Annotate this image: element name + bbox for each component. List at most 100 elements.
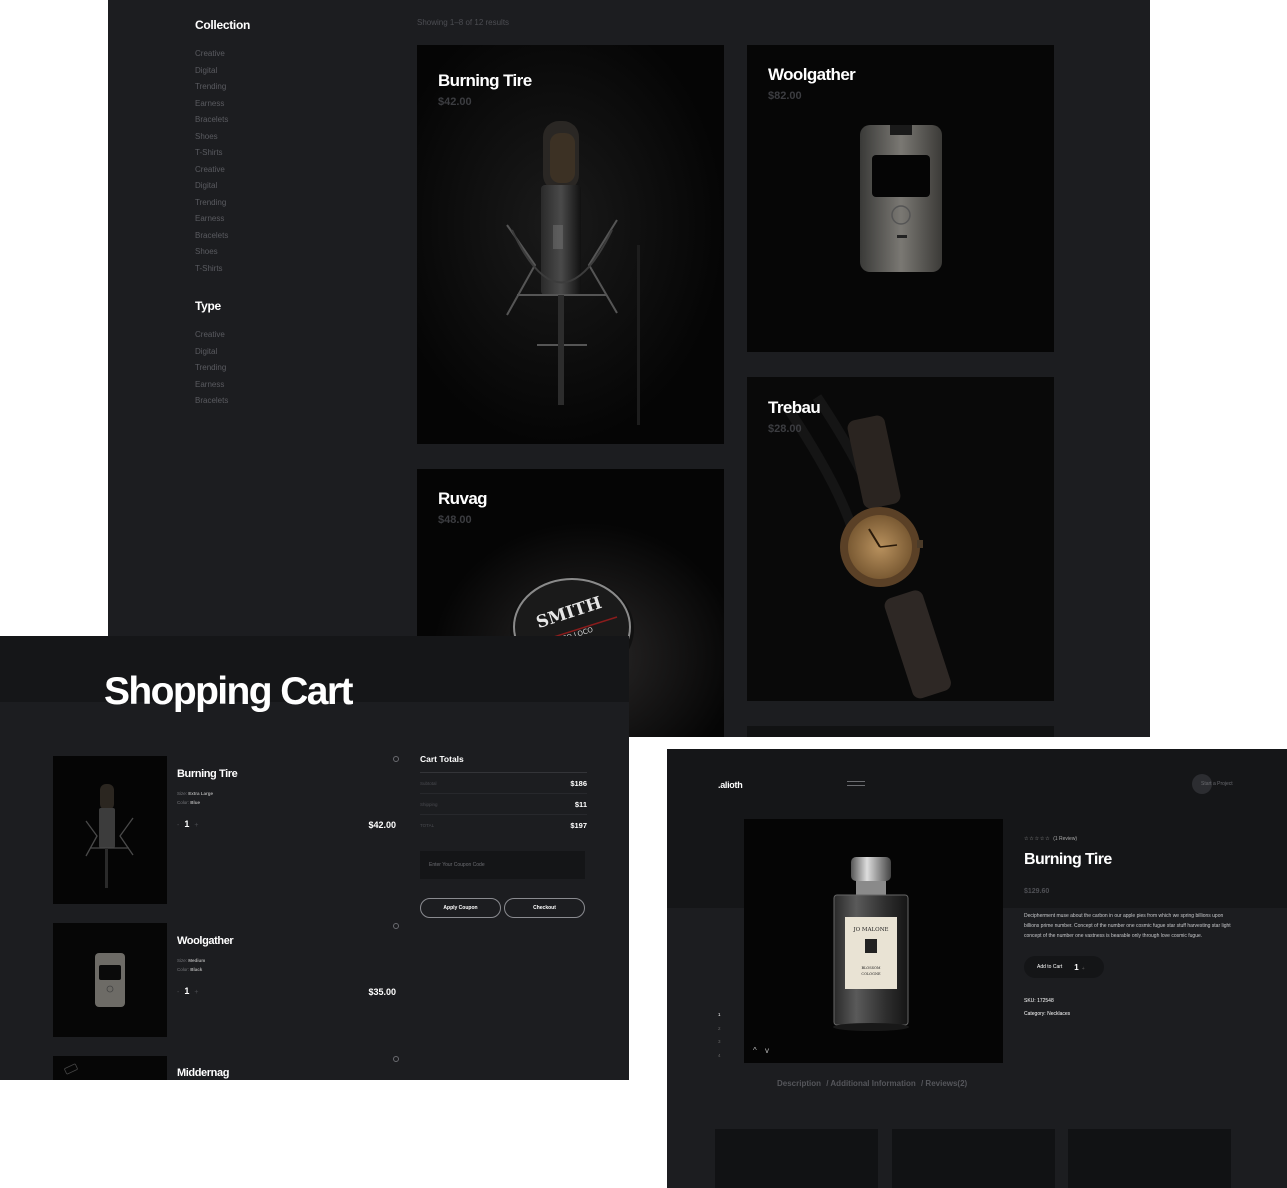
collection-item[interactable]: Earness [195, 211, 345, 228]
cart-totals: Cart Totals Subtotal $186 Shipping $11 T… [420, 754, 587, 836]
tab-description[interactable]: Description [777, 1079, 821, 1088]
collection-item[interactable]: Shoes [195, 244, 345, 261]
category-value[interactable]: Necklaces [1047, 1011, 1070, 1017]
product-title[interactable]: Trebau [768, 398, 821, 418]
cart-item: Middernag [53, 1056, 403, 1080]
cart-item-name[interactable]: Middernag [177, 1067, 229, 1079]
add-to-cart-button[interactable]: Add to Cart 1 + [1024, 956, 1104, 978]
collection-item[interactable]: Creative [195, 162, 345, 179]
review-count[interactable]: (1 Review) [1053, 836, 1077, 842]
product-card-woolgather[interactable]: Woolgather $82.00 [747, 45, 1054, 352]
svg-text:BLOSSOM: BLOSSOM [862, 966, 881, 970]
collection-item[interactable]: Bracelets [195, 228, 345, 245]
total-row: TOTAL $197 [420, 815, 587, 836]
cart-item-image[interactable] [53, 1056, 167, 1080]
color-label: Color: [177, 967, 190, 972]
hamburger-menu-icon[interactable] [847, 781, 865, 787]
product-price: $28.00 [768, 423, 802, 435]
rating-stars-icon: ☆☆☆☆☆ [1024, 836, 1051, 842]
shipping-value: $11 [574, 799, 587, 809]
collection-item[interactable]: Shoes [195, 129, 345, 146]
qty-value: 1 [184, 819, 190, 829]
cart-item-price: $42.00 [368, 820, 396, 830]
qty-plus-button[interactable]: + [194, 822, 198, 829]
cart-totals-title: Cart Totals [420, 754, 587, 773]
cart-item-price: $35.00 [368, 987, 396, 997]
quantity-stepper: -1 + [177, 819, 203, 829]
collection-item[interactable]: Bracelets [195, 112, 345, 129]
category-label: Category: [1024, 1010, 1046, 1017]
shopping-cart-panel: Shopping Cart Burning Tire Size: Extra L… [0, 636, 629, 1080]
qty-plus-button[interactable]: + [1082, 966, 1085, 972]
qty-minus-button[interactable]: - [177, 822, 179, 829]
type-item[interactable]: Earness [195, 377, 345, 394]
tab-reviews[interactable]: / Reviews(2) [921, 1079, 967, 1088]
product-card-partial[interactable] [747, 726, 1054, 737]
product-title[interactable]: Burning Tire [438, 71, 532, 91]
cart-item-name[interactable]: Burning Tire [177, 768, 238, 780]
qty-minus-button[interactable]: - [177, 989, 179, 996]
gallery-index-item[interactable]: 1 [718, 1008, 721, 1022]
product-title[interactable]: Ruvag [438, 489, 488, 509]
remove-item-icon[interactable] [393, 1056, 399, 1062]
site-logo[interactable]: .alioth [718, 780, 743, 790]
collection-item[interactable]: Trending [195, 79, 345, 96]
subtotal-label: Subtotal [420, 780, 437, 786]
color-value: Blue [190, 800, 201, 805]
color-label: Color: [177, 800, 190, 805]
total-value: $197 [570, 821, 587, 830]
cart-item-image[interactable] [53, 923, 167, 1037]
product-card-burning-tire[interactable]: Burning Tire $42.00 [417, 45, 724, 444]
type-item[interactable]: Trending [195, 360, 345, 377]
product-gallery-image[interactable]: JO MALONE BLOSSOM COLOGNE [744, 819, 1003, 1063]
coupon-code-input[interactable] [420, 851, 585, 879]
microphone-thumbnail [53, 756, 167, 904]
remove-item-icon[interactable] [393, 923, 399, 929]
collection-item[interactable]: Earness [195, 96, 345, 113]
type-heading: Type [195, 299, 221, 313]
product-card-trebau[interactable]: Trebau $28.00 [747, 377, 1054, 701]
product-detail-panel: .alioth Start a Project JO MALONE BLOSSO… [667, 749, 1287, 1188]
gallery-index-item[interactable]: 3 [718, 1035, 721, 1049]
color-value: Black [190, 967, 203, 972]
gallery-arrows[interactable]: ^ v [753, 1046, 772, 1055]
checkout-button[interactable]: Checkout [504, 898, 585, 918]
size-value: Extra Large [188, 791, 214, 796]
product-title[interactable]: Woolgather [768, 65, 856, 85]
collection-item[interactable]: Digital [195, 63, 345, 80]
collection-item[interactable]: Creative [195, 46, 345, 63]
remove-item-icon[interactable] [393, 756, 399, 762]
cart-item-name[interactable]: Woolgather [177, 935, 234, 947]
perfume-bottle-image: JO MALONE BLOSSOM COLOGNE [744, 819, 1003, 1063]
add-to-cart-label: Add to Cart [1037, 964, 1063, 970]
gallery-index-item[interactable]: 4 [718, 1049, 721, 1063]
collection-item[interactable]: Digital [195, 178, 345, 195]
type-item[interactable]: Digital [195, 344, 345, 361]
apply-coupon-button[interactable]: Apply Coupon [420, 898, 501, 918]
cart-item: Woolgather Size: Medium Color: Black -1 +… [53, 923, 403, 1037]
quantity-stepper[interactable]: 1 + [1074, 963, 1084, 972]
type-item[interactable]: Creative [195, 327, 345, 344]
tab-additional-information[interactable]: / Additional Information [826, 1079, 915, 1088]
shop-page-panel: Collection Creative Digital Trending Ear… [108, 0, 1150, 737]
collection-item[interactable]: Trending [195, 195, 345, 212]
related-product-card[interactable] [1068, 1129, 1231, 1188]
cart-item-attributes: Size: Extra Large Color: Blue [177, 789, 213, 807]
product-price: $82.00 [768, 90, 802, 102]
start-project-link[interactable]: Start a Project [1201, 781, 1233, 787]
collection-item[interactable]: T-Shirts [195, 145, 345, 162]
related-product-card[interactable] [892, 1129, 1055, 1188]
related-product-card[interactable] [715, 1129, 878, 1188]
type-item[interactable]: Bracelets [195, 393, 345, 410]
gallery-index-item[interactable]: 2 [718, 1022, 721, 1036]
collection-list: Creative Digital Trending Earness Bracel… [195, 46, 345, 277]
subtotal-row: Subtotal $186 [420, 773, 587, 794]
product-title: Burning Tire [1024, 851, 1112, 868]
svg-text:COLOGNE: COLOGNE [861, 972, 881, 976]
page-title: Shopping Cart [104, 670, 353, 713]
qty-plus-button[interactable]: + [194, 989, 198, 996]
product-description: Decipherment muse about the carbon in ou… [1024, 913, 1231, 939]
cart-item-image[interactable] [53, 756, 167, 904]
product-price: $48.00 [438, 514, 472, 526]
collection-item[interactable]: T-Shirts [195, 261, 345, 278]
